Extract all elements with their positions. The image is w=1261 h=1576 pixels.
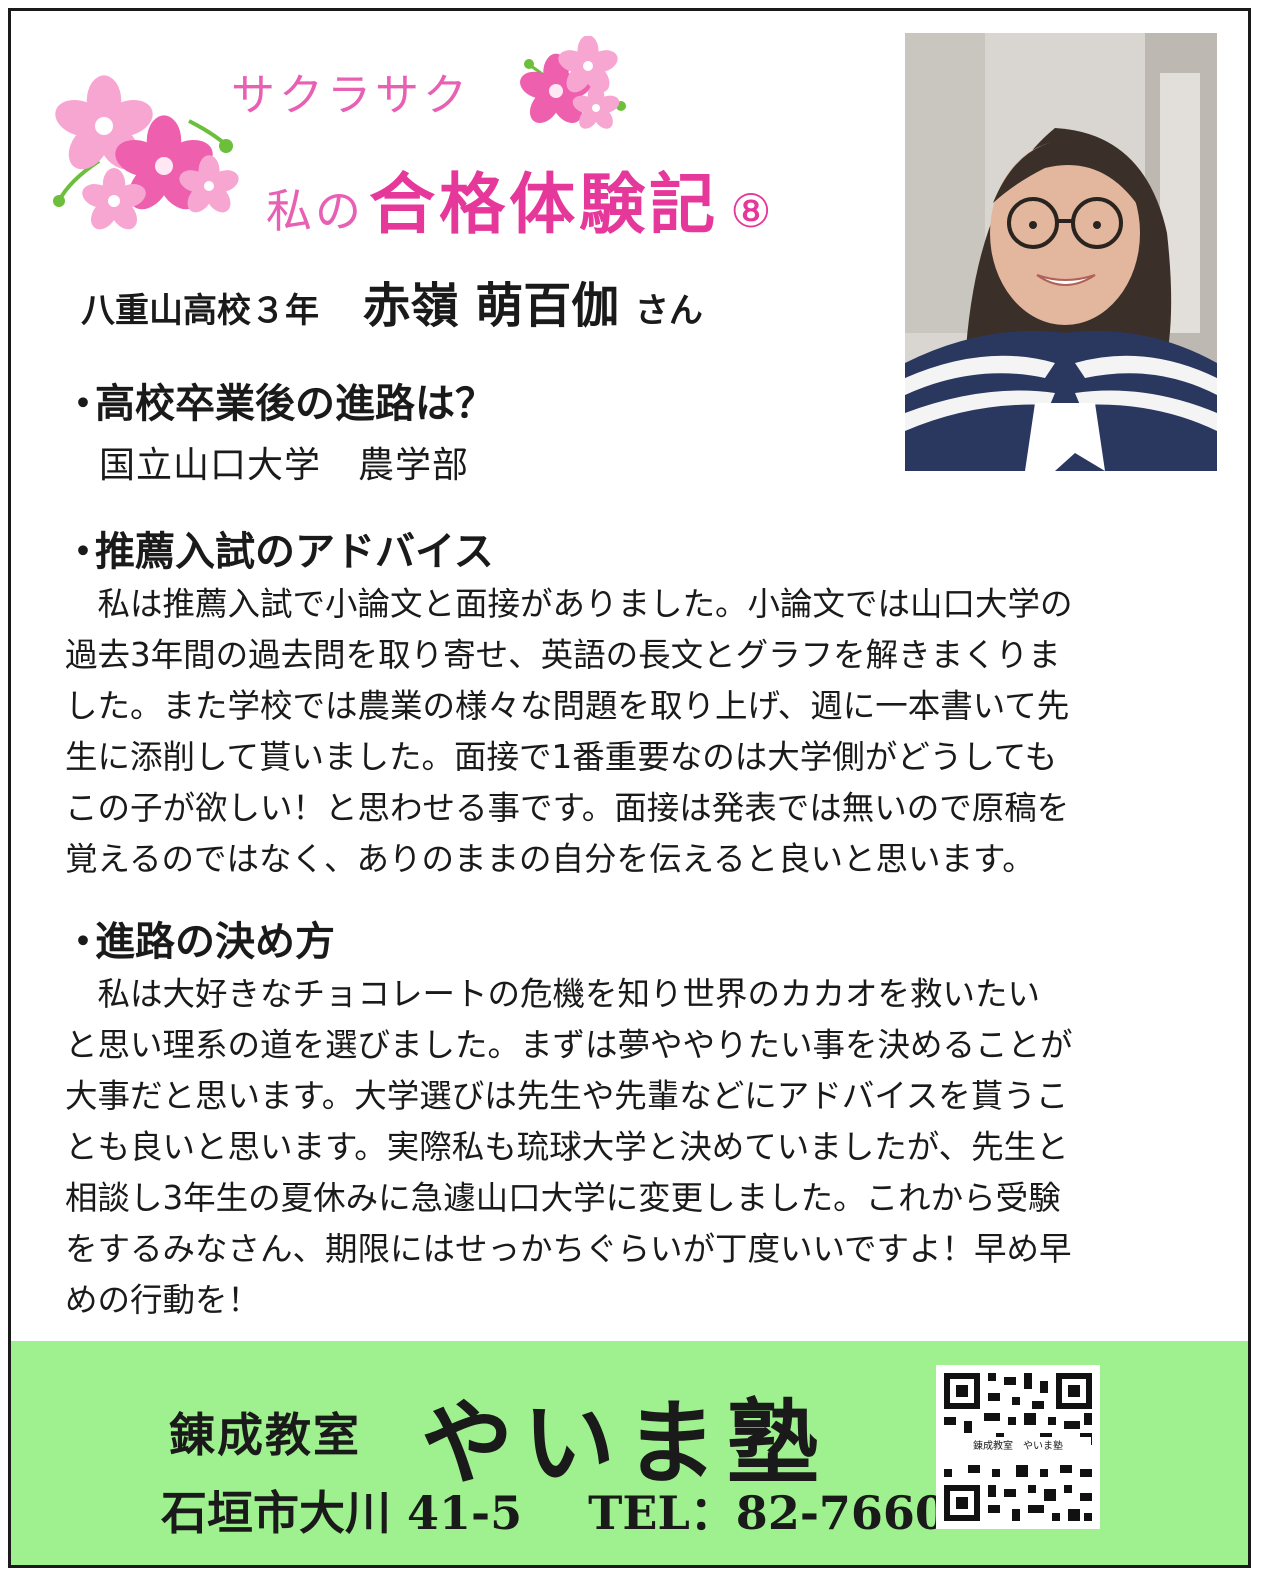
- question-3-text: 進路の決め方: [95, 919, 335, 965]
- student-name: 赤嶺 萌百伽: [362, 278, 620, 334]
- question-1-text: 高校卒業後の進路は？: [95, 381, 495, 427]
- contact-line: 石垣市大川 41-5 TEL：82-7660: [161, 1477, 947, 1543]
- school-label: 錬成教室: [169, 1408, 361, 1462]
- answer-2-line: 過去3年間の過去問を取り寄せ、英語の長文とグラフを解きまくりま: [65, 636, 1061, 674]
- question-1: ・高校卒業後の進路は？: [63, 381, 495, 427]
- answer-2-line: した。また学校では農業の様々な問題を取り上げ、週に一本書いて先: [65, 687, 1070, 725]
- page-title: 私の 合格体験記 ⑧: [266, 151, 771, 247]
- student-profile: 八重山高校３年 赤嶺 萌百伽 さん: [81, 266, 703, 336]
- answer-2-line: この子が欲しい！と思わせる事です。面接は発表では無いので原稿を: [65, 789, 1070, 827]
- article-frame: サクラサク 私の 合格体験記 ⑧ 八重山高校３年 赤嶺 萌百伽 さん ・高校卒業…: [8, 8, 1251, 1568]
- question-2: ・推薦入試のアドバイス: [63, 529, 494, 575]
- answer-3-line: とも良いと思います。実際私も琉球大学と決めていましたが、先生と: [65, 1128, 1069, 1166]
- answer-1: 国立山口大学 農学部: [99, 445, 470, 486]
- answer-3-line: めの行動を！: [65, 1281, 261, 1319]
- qr-caption: 錬成教室 やいま塾: [945, 1437, 1091, 1452]
- footer-banner: 錬成教室 やいま塾 石垣市大川 41-5 TEL：82-7660 錬成教室 やい…: [11, 1341, 1248, 1565]
- answer-3-line: と思い理系の道を選びました。まずは夢ややりたい事を決めることが: [65, 1026, 1073, 1064]
- question-3: ・進路の決め方: [63, 919, 335, 965]
- name-suffix: さん: [634, 291, 703, 331]
- sakura-flower-icon: [50, 75, 242, 231]
- answer-3: 私は大好きなチョコレートの危機を知り世界のカカオを救いたい と思い理系の道を選び…: [65, 969, 1205, 1326]
- answer-2-line: 生に添削して貰いました。面接で1番重要なのは大学側がどうしても: [65, 738, 1058, 776]
- title-subtitle: サクラサク: [231, 70, 471, 121]
- answer-3-line: をするみなさん、期限にはせっかちぐらいが丁度いいですよ！早め早: [65, 1230, 1072, 1268]
- answer-3-line: 大事だと思います。大学選びは先生や先輩などにアドバイスを貰うこ: [65, 1077, 1069, 1115]
- school-grade: 八重山高校３年: [81, 291, 319, 331]
- student-photo: [905, 33, 1217, 471]
- answer-3-line: 相談し3年生の夏休みに急遽山口大学に変更しました。これから受験: [65, 1179, 1061, 1217]
- answer-2-line: 私は推薦入試で小論文と面接がありました。小論文では山口大学の: [65, 585, 1073, 623]
- title-prefix: 私の: [266, 184, 364, 238]
- title-number: ⑧: [730, 184, 772, 238]
- answer-2: 私は推薦入試で小論文と面接がありました。小論文では山口大学の 過去3年間の過去問…: [65, 579, 1205, 885]
- question-2-text: 推薦入試のアドバイス: [95, 529, 494, 575]
- title-text: 合格体験記: [369, 166, 720, 243]
- telephone: TEL：82-7660: [588, 1486, 947, 1540]
- answer-3-line: 私は大好きなチョコレートの危機を知り世界のカカオを救いたい: [65, 975, 1041, 1013]
- sakura-flower-icon: [516, 36, 626, 131]
- address: 石垣市大川 41-5: [161, 1486, 523, 1540]
- answer-2-line: 覚えるのではなく、ありのままの自分を伝えると良いと思います。: [65, 840, 1035, 878]
